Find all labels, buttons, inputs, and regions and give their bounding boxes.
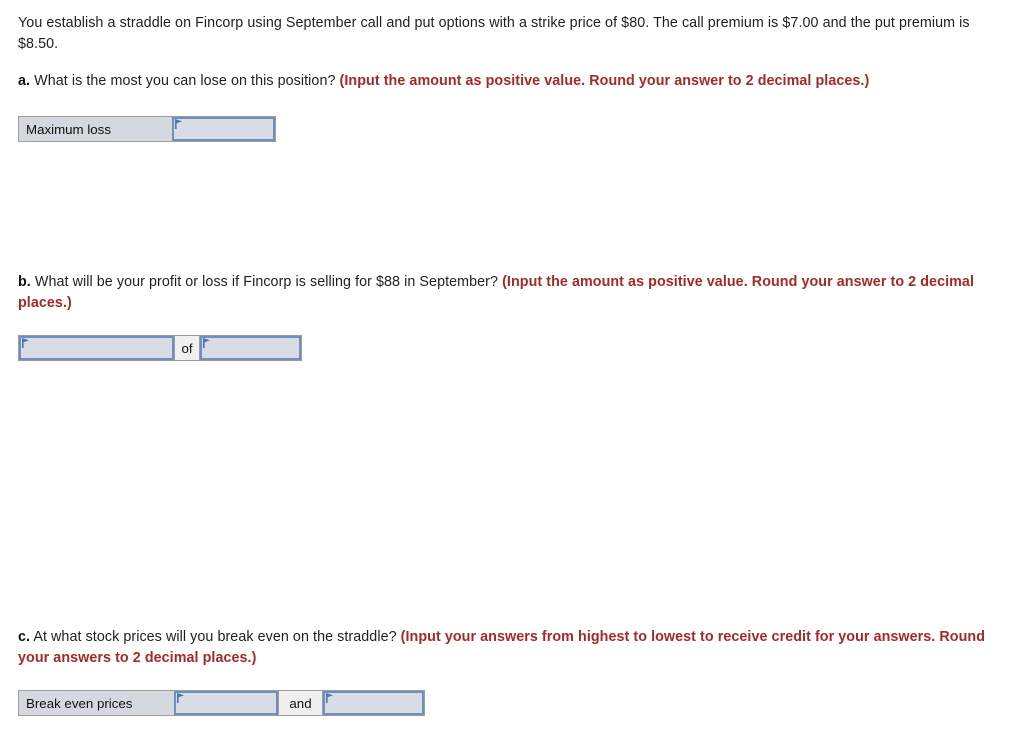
question-a-note: (Input the amount as positive value. Rou…: [339, 73, 870, 89]
maximum-loss-input[interactable]: [174, 119, 273, 139]
question-c-prompt: c. At what stock prices will you break e…: [18, 627, 986, 669]
profit-loss-type-cell[interactable]: [19, 336, 174, 360]
profit-loss-amount-cell[interactable]: [200, 336, 301, 360]
answer-row-c: Break even prices and: [18, 690, 425, 716]
break-even-prices-label: Break even prices: [19, 691, 174, 715]
profit-loss-type-input[interactable]: [21, 338, 172, 358]
break-even-low-cell[interactable]: [323, 691, 424, 715]
question-page: You establish a straddle on Fincorp usin…: [0, 0, 1024, 731]
profit-loss-amount-input[interactable]: [202, 338, 299, 358]
intro-paragraph: You establish a straddle on Fincorp usin…: [18, 13, 986, 55]
break-even-low-input[interactable]: [325, 693, 422, 713]
question-b-prompt: b. What will be your profit or loss if F…: [18, 272, 986, 314]
answer-row-b: of: [18, 335, 302, 361]
question-a-text: What is the most you can lose on this po…: [34, 73, 336, 89]
question-b-label: b.: [18, 274, 31, 290]
break-even-high-input[interactable]: [176, 693, 276, 713]
maximum-loss-cell[interactable]: [172, 117, 275, 141]
break-even-high-cell[interactable]: [174, 691, 278, 715]
question-c-label: c.: [18, 629, 31, 645]
separator-of: of: [174, 336, 200, 360]
question-a-label: a.: [18, 73, 31, 89]
question-a-prompt: a. What is the most you can lose on this…: [18, 71, 986, 92]
question-c-text: At what stock prices will you break even…: [33, 629, 397, 645]
separator-and: and: [278, 691, 323, 715]
intro-text: You establish a straddle on Fincorp usin…: [18, 15, 970, 52]
question-b-text: What will be your profit or loss if Finc…: [34, 274, 499, 290]
maximum-loss-label: Maximum loss: [19, 117, 172, 141]
answer-row-a: Maximum loss: [18, 116, 276, 142]
